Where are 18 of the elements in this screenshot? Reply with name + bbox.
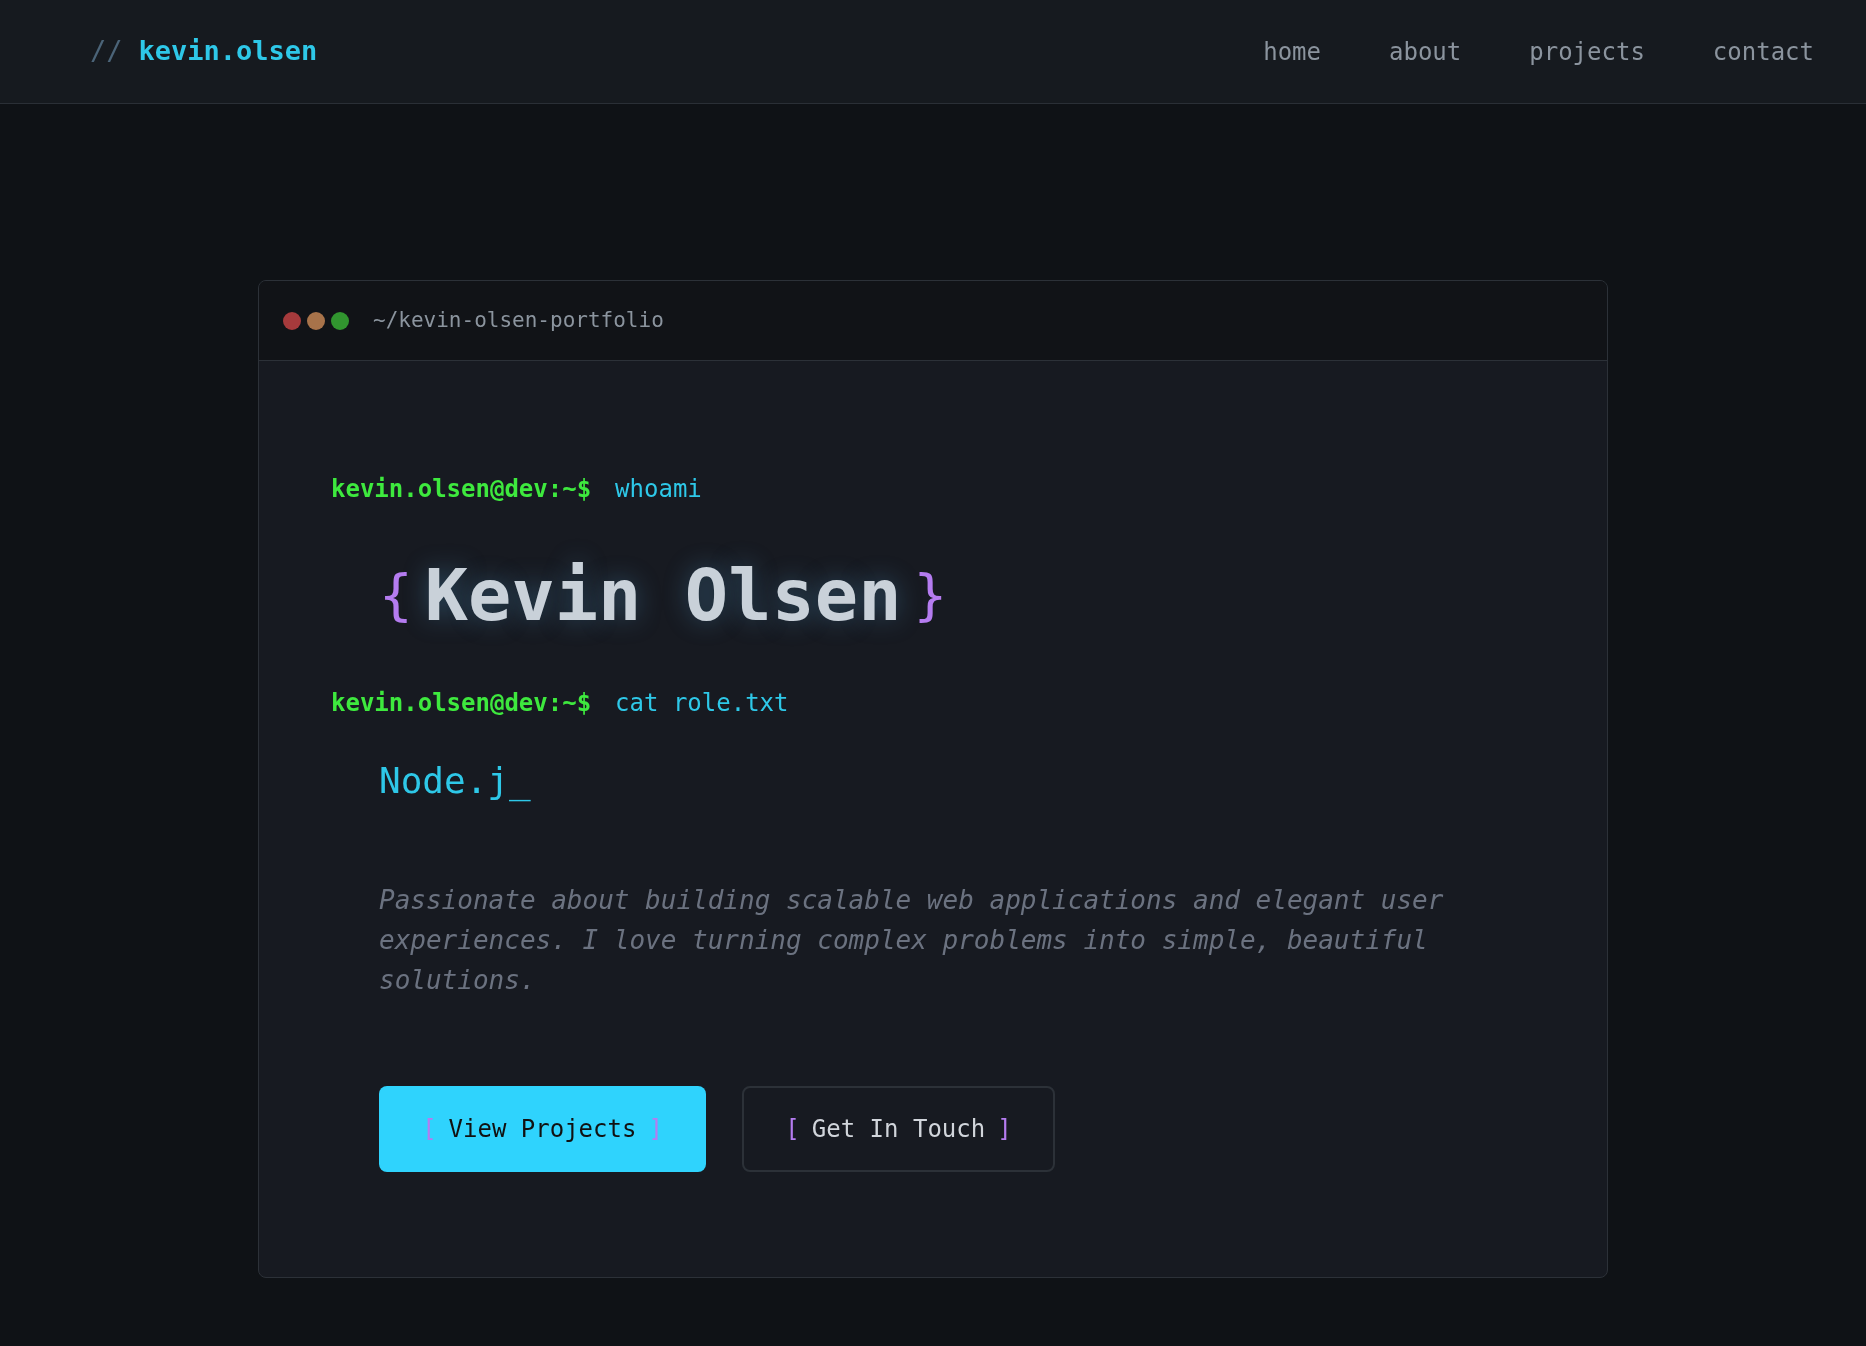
shell-prompt: kevin.olsen@dev:~$	[331, 691, 592, 715]
name-heading: Kevin Olsen	[424, 559, 902, 631]
logo-slashes: //	[90, 34, 123, 69]
bio-paragraph: Passionate about building scalable web applications and elegant user experiences. I love turning complex problems into simple, beautiful solutions.	[379, 884, 1445, 997]
brace: {	[379, 567, 413, 623]
shell-command: cat role.txt	[615, 691, 789, 715]
view-projects-button[interactable]: [ View Projects ]	[379, 1086, 706, 1172]
role-text: Node.j_	[379, 760, 531, 801]
get-in-touch-button[interactable]: [ Get In Touch ]	[742, 1086, 1055, 1172]
logo-link[interactable]: kevin.olsen	[138, 31, 318, 72]
nav-link[interactable]: projects	[1529, 33, 1645, 70]
brace: }	[913, 567, 948, 623]
shell-prompt: kevin.olsen@dev:~$	[331, 477, 592, 501]
nav-link[interactable]: about	[1389, 33, 1462, 70]
shell-command: whoami	[615, 477, 702, 501]
nav-link[interactable]: home	[1263, 33, 1321, 70]
nav-link[interactable]: contact	[1712, 33, 1814, 70]
terminal-path: ~/kevin-olsen-portfolio	[373, 306, 664, 334]
